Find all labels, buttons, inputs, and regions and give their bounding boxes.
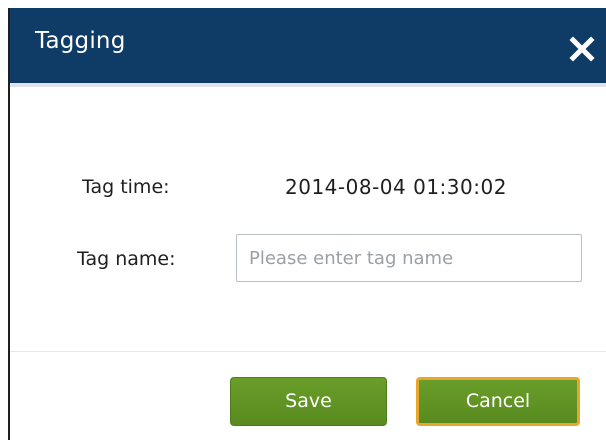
close-icon: [569, 36, 595, 62]
tag-time-label: Tag time:: [82, 176, 170, 198]
dialog-title: Tagging: [35, 28, 126, 54]
tag-name-input[interactable]: [236, 234, 582, 282]
tagging-dialog: Tagging Tag time: 2014-08-04 01:30:02 Ta…: [8, 8, 606, 440]
title-divider: [10, 83, 606, 87]
close-button[interactable]: [560, 27, 604, 71]
tag-name-label: Tag name:: [77, 248, 176, 270]
cancel-button[interactable]: Cancel: [416, 377, 580, 426]
footer-divider: [10, 351, 606, 352]
tag-time-value: 2014-08-04 01:30:02: [285, 175, 507, 199]
save-button[interactable]: Save: [230, 377, 387, 426]
dialog-titlebar: Tagging: [10, 8, 606, 83]
